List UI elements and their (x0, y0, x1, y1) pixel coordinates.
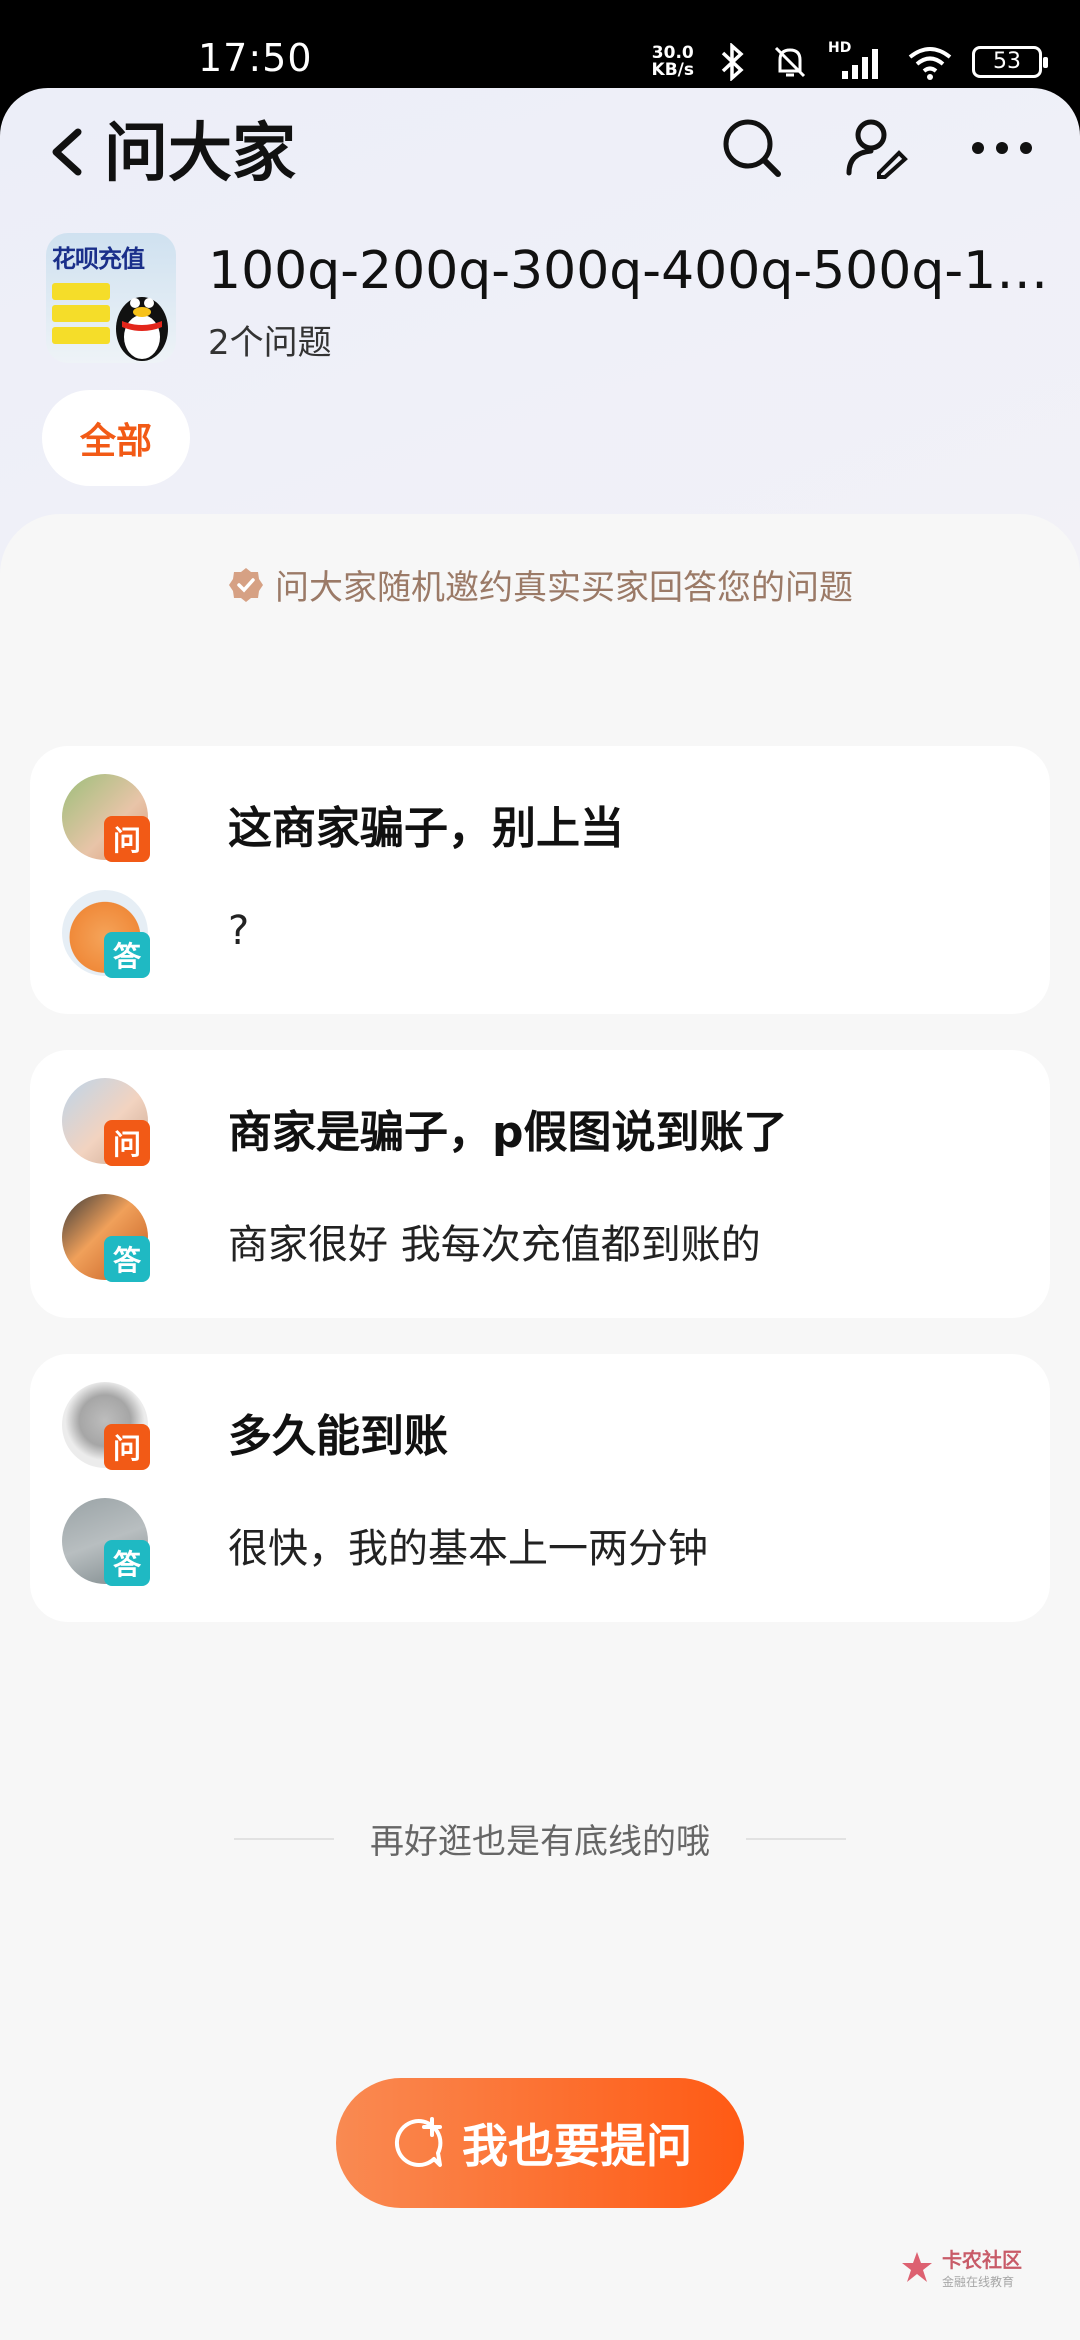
invite-notice: 问大家随机邀约真实买家回答您的问题 (0, 560, 1080, 609)
signal-label: HD (828, 40, 852, 56)
qa-card[interactable]: 问 多久能到账 答 很快，我的基本上一两分钟 (30, 1354, 1050, 1622)
status-bar: 17:50 30.0 KB/s HD 53 (0, 0, 1080, 90)
question-row: 问 这商家骗子，别上当 (62, 774, 1022, 864)
filter-all-chip[interactable]: 全部 (42, 390, 190, 486)
shop-logo-tag (52, 283, 110, 300)
answer-badge: 答 (104, 1236, 150, 1282)
verified-badge-icon (229, 567, 263, 602)
search-icon (723, 119, 781, 177)
nav-bar: 问大家 (0, 88, 1080, 208)
divider (746, 1837, 846, 1840)
shop-logo-title: 花呗充值 (52, 245, 145, 273)
answer-text: ? (228, 908, 250, 954)
answer-text: 很快，我的基本上一两分钟 (228, 1526, 708, 1572)
watermark-subtitle: 金融在线教育 (942, 2275, 1015, 2289)
status-icons: 30.0 KB/s HD 53 (652, 38, 1048, 86)
page-title: 问大家 (104, 117, 296, 191)
question-row: 问 多久能到账 (62, 1382, 1022, 1472)
shop-name: 100q-200q-300q-400q-500q-10... (208, 241, 1058, 301)
signal-icon: HD (828, 40, 888, 82)
more-dots-icon (972, 142, 1032, 154)
back-button[interactable] (48, 112, 88, 192)
search-button[interactable] (712, 108, 792, 188)
network-speed: 30.0 KB/s (652, 45, 694, 79)
question-badge: 问 (104, 816, 150, 862)
shop-header[interactable]: 花呗充值 100q-200q-300q-400q-500q-10... 2个问题 (46, 233, 1058, 363)
profile-edit-icon (846, 119, 908, 179)
question-text: 商家是骗子，p假图说到账了 (228, 1107, 788, 1158)
watermark: 卡农社区 金融在线教育 (900, 2244, 1022, 2290)
qa-card[interactable]: 问 这商家骗子，别上当 答 ? (30, 746, 1050, 1014)
question-count: 2个问题 (208, 323, 332, 363)
question-row: 问 商家是骗子，p假图说到账了 (62, 1078, 1022, 1168)
watermark-title: 卡农社区 (942, 2248, 1022, 2272)
shop-logo: 花呗充值 (46, 233, 176, 363)
mute-bell-icon (770, 42, 810, 82)
end-of-list-text: 再好逛也是有底线的哦 (370, 1822, 710, 1862)
ask-question-label: 我也要提问 (462, 2119, 692, 2173)
bluetooth-icon (712, 42, 752, 82)
answer-row: 答 商家很好 我每次充值都到账的 (62, 1194, 1022, 1284)
page: 问大家 花呗充值 100q-200q-300q-400q-500q-10... (0, 88, 1080, 2340)
watermark-text: 卡农社区 金融在线教育 (942, 2244, 1022, 2290)
more-button[interactable] (962, 108, 1042, 188)
question-badge: 问 (104, 1120, 150, 1166)
qa-content: 问大家随机邀约真实买家回答您的问题 问 这商家骗子，别上当 答 ? 问 商家是骗… (0, 514, 1080, 2340)
battery-indicator: 53 (972, 46, 1048, 78)
shop-logo-tag (52, 305, 110, 322)
answer-row: 答 很快，我的基本上一两分钟 (62, 1498, 1022, 1588)
answer-badge: 答 (104, 932, 150, 978)
answer-text: 商家很好 我每次充值都到账的 (228, 1222, 761, 1268)
invite-text: 问大家随机邀约真实买家回答您的问题 (275, 568, 853, 608)
wifi-icon (906, 42, 954, 82)
question-badge: 问 (104, 1424, 150, 1470)
status-time: 17:50 (198, 36, 313, 80)
network-speed-unit: KB/s (651, 60, 694, 80)
shop-logo-tag (52, 327, 110, 344)
qa-card[interactable]: 问 商家是骗子，p假图说到账了 答 商家很好 我每次充值都到账的 (30, 1050, 1050, 1318)
watermark-logo-icon (902, 2252, 932, 2282)
question-text: 这商家骗子，别上当 (228, 803, 624, 854)
answer-badge: 答 (104, 1540, 150, 1586)
answer-row: 答 ? (62, 890, 1022, 980)
divider (234, 1837, 334, 1840)
penguin-mascot-icon (116, 297, 168, 361)
question-text: 多久能到账 (228, 1411, 448, 1462)
ask-bubble-icon (394, 2117, 443, 2167)
ask-question-button[interactable]: 我也要提问 (336, 2078, 744, 2208)
profile-edit-button[interactable] (836, 108, 916, 188)
chevron-left-icon (52, 128, 82, 176)
end-of-list: 再好逛也是有底线的哦 (0, 1814, 1080, 1863)
